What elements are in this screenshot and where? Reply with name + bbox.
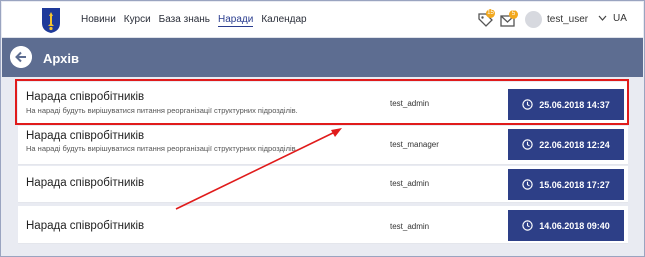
app-window: Новини Курси База знань Наради Календар … xyxy=(0,0,645,257)
annotation-arrow xyxy=(175,128,342,210)
